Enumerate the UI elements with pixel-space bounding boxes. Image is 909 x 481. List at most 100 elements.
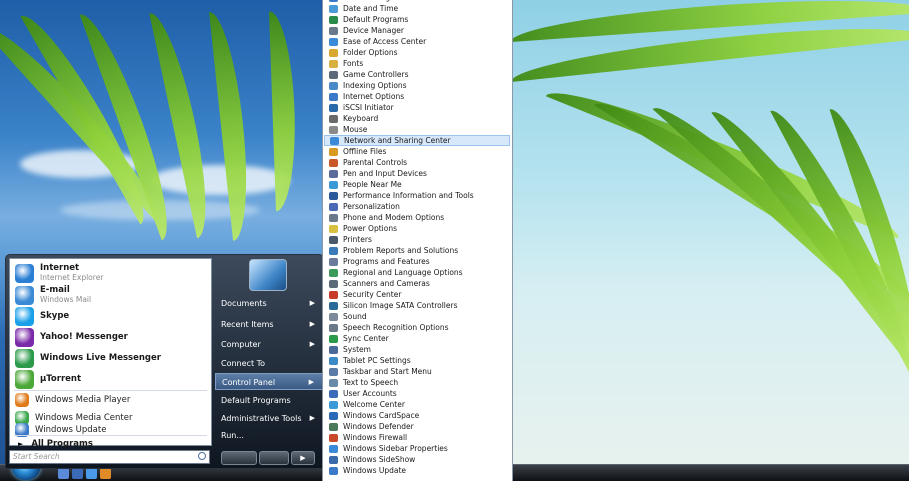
control-panel-item-scanners-and-cameras[interactable]: Scanners and Cameras	[324, 278, 510, 289]
media-player-icon[interactable]	[100, 468, 111, 479]
control-panel-item-regional-and-language-options[interactable]: Regional and Language Options	[324, 267, 510, 278]
control-panel-item-iscsi-initiator[interactable]: iSCSI Initiator	[324, 102, 510, 113]
control-panel-item-label: Text to Speech	[343, 378, 399, 387]
control-panel-item-keyboard[interactable]: Keyboard	[324, 113, 510, 124]
control-panel-item-taskbar-and-start-menu[interactable]: Taskbar and Start Menu	[324, 366, 510, 377]
control-panel-item-welcome-center[interactable]: Welcome Center	[324, 399, 510, 410]
control-panel-applet-icon	[329, 323, 338, 332]
yahoo-messenger-icon	[15, 327, 34, 347]
control-panel-item-indexing-options[interactable]: Indexing Options	[324, 80, 510, 91]
control-panel-item-game-controllers[interactable]: Game Controllers	[324, 69, 510, 80]
pinned-item-internet[interactable]: Internet Internet Explorer	[10, 262, 211, 284]
control-panel-item-label: Power Options	[343, 224, 397, 233]
control-panel-item-tablet-pc-settings[interactable]: Tablet PC Settings	[324, 355, 510, 366]
start-menu-link-default-programs[interactable]: Default Programs	[215, 392, 323, 409]
control-panel-applet-icon	[329, 290, 338, 299]
control-panel-applet-icon	[329, 455, 338, 464]
start-menu-link-control-panel[interactable]: Control Panel ▶	[215, 373, 323, 390]
control-panel-item-user-accounts[interactable]: User Accounts	[324, 388, 510, 399]
show-desktop-icon[interactable]	[58, 468, 69, 479]
control-panel-item-windows-firewall[interactable]: Windows Firewall	[324, 432, 510, 443]
control-panel-item-power-options[interactable]: Power Options	[324, 223, 510, 234]
control-panel-item-label: Problem Reports and Solutions	[343, 246, 459, 255]
control-panel-item-label: Sync Center	[343, 334, 389, 343]
search-icon[interactable]	[198, 452, 206, 460]
control-panel-item-folder-options[interactable]: Folder Options	[324, 47, 510, 58]
program-item-utorrent[interactable]: µTorrent	[10, 369, 211, 389]
control-panel-item-speech-recognition-options[interactable]: Speech Recognition Options	[324, 322, 510, 333]
pinned-item-subtitle: Internet Explorer	[40, 273, 104, 282]
start-menu-link-recent-items[interactable]: Recent Items ▶	[215, 316, 323, 333]
all-programs-button[interactable]: ► All Programs	[10, 436, 211, 451]
control-panel-item-label: Tablet PC Settings	[343, 356, 411, 365]
control-panel-item-label: Windows CardSpace	[343, 411, 420, 420]
control-panel-item-mouse[interactable]: Mouse	[324, 124, 510, 135]
control-panel-item-offline-files[interactable]: Offline Files	[324, 146, 510, 157]
control-panel-applet-icon	[329, 334, 338, 343]
control-panel-item-windows-update[interactable]: Windows Update	[324, 465, 510, 476]
control-panel-item-pen-and-input-devices[interactable]: Pen and Input Devices	[324, 168, 510, 179]
control-panel-item-fonts[interactable]: Fonts	[324, 58, 510, 69]
control-panel-applet-icon	[329, 433, 338, 442]
submenu-arrow-icon: ▶	[309, 340, 315, 348]
program-item-windows-live-messenger[interactable]: Windows Live Messenger	[10, 348, 211, 368]
control-panel-item-label: Pen and Input Devices	[343, 169, 427, 178]
control-panel-item-windows-sideshow[interactable]: Windows SideShow	[324, 454, 510, 465]
control-panel-item-silicon-image-sata-controllers[interactable]: Silicon Image SATA Controllers	[324, 300, 510, 311]
control-panel-item-label: Indexing Options	[343, 81, 407, 90]
start-menu-link-run[interactable]: Run...	[215, 427, 323, 444]
start-menu-link-connect-to[interactable]: Connect To	[215, 355, 323, 372]
program-item-skype[interactable]: Skype	[10, 306, 211, 326]
control-panel-item-performance-information-and-tools[interactable]: Performance Information and Tools	[324, 190, 510, 201]
start-menu-link-documents[interactable]: Documents ▶	[215, 295, 323, 312]
control-panel-item-label: Device Manager	[343, 26, 404, 35]
submenu-arrow-icon: ▶	[309, 299, 315, 307]
start-search-input[interactable]: Start Search	[9, 450, 210, 464]
control-panel-item-internet-options[interactable]: Internet Options	[324, 91, 510, 102]
control-panel-item-people-near-me[interactable]: People Near Me	[324, 179, 510, 190]
program-item-windows-media-player[interactable]: Windows Media Player	[10, 392, 211, 408]
control-panel-item-ease-of-access-center[interactable]: Ease of Access Center	[324, 36, 510, 47]
start-menu-link-administrative-tools[interactable]: Administrative Tools ▶	[215, 410, 323, 427]
control-panel-item-label: Game Controllers	[343, 70, 409, 79]
program-item-yahoo-messenger[interactable]: Yahoo! Messenger	[10, 327, 211, 347]
start-menu-link-computer[interactable]: Computer ▶	[215, 336, 323, 353]
control-panel-item-default-programs[interactable]: Default Programs	[324, 14, 510, 25]
power-button[interactable]	[221, 451, 257, 465]
control-panel-item-phone-and-modem-options[interactable]: Phone and Modem Options	[324, 212, 510, 223]
internet-explorer-icon[interactable]	[86, 468, 97, 479]
control-panel-item-network-and-sharing-center[interactable]: Network and Sharing Center	[324, 135, 510, 146]
switch-windows-icon[interactable]	[72, 468, 83, 479]
control-panel-item-date-and-time[interactable]: Date and Time	[324, 3, 510, 14]
control-panel-item-text-to-speech[interactable]: Text to Speech	[324, 377, 510, 388]
control-panel-item-printers[interactable]: Printers	[324, 234, 510, 245]
control-panel-item-system[interactable]: System	[324, 344, 510, 355]
control-panel-item-personalization[interactable]: Personalization	[324, 201, 510, 212]
control-panel-item-device-manager[interactable]: Device Manager	[324, 25, 510, 36]
user-picture[interactable]	[249, 259, 287, 291]
control-panel-item-label: Security Center	[343, 290, 402, 299]
control-panel-item-windows-defender[interactable]: Windows Defender	[324, 421, 510, 432]
control-panel-item-label: Fonts	[343, 59, 364, 68]
control-panel-item-sound[interactable]: Sound	[324, 311, 510, 322]
control-panel-applet-icon	[329, 81, 338, 90]
internet-explorer-icon	[15, 263, 34, 283]
control-panel-item-windows-cardspace[interactable]: Windows CardSpace	[324, 410, 510, 421]
control-panel-item-label: Default Programs	[343, 15, 409, 24]
start-menu-link-label: Default Programs	[221, 396, 291, 405]
control-panel-item-label: Color Management	[343, 0, 414, 2]
lock-button[interactable]	[259, 451, 289, 465]
control-panel-applet-icon	[329, 356, 338, 365]
pinned-item-text: Internet Internet Explorer	[40, 263, 103, 283]
pinned-item-subtitle: Windows Mail	[40, 295, 92, 304]
control-panel-item-sync-center[interactable]: Sync Center	[324, 333, 510, 344]
control-panel-item-parental-controls[interactable]: Parental Controls	[324, 157, 510, 168]
control-panel-item-security-center[interactable]: Security Center	[324, 289, 510, 300]
program-label: Windows Media Player	[35, 395, 131, 405]
control-panel-item-programs-and-features[interactable]: Programs and Features	[324, 256, 510, 267]
pinned-item-email[interactable]: E-mail Windows Mail	[10, 284, 211, 306]
control-panel-item-problem-reports-and-solutions[interactable]: Problem Reports and Solutions	[324, 245, 510, 256]
control-panel-item-windows-sidebar-properties[interactable]: Windows Sidebar Properties	[324, 443, 510, 454]
control-panel-item-label: Regional and Language Options	[343, 268, 463, 277]
shutdown-options-button[interactable]: ▶	[291, 451, 315, 465]
